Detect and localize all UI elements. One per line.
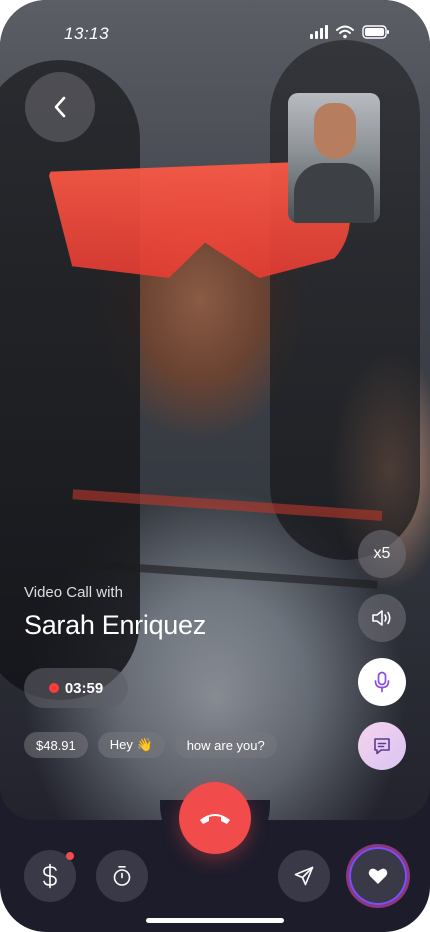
send-icon <box>294 866 314 886</box>
chat-icon <box>374 738 390 755</box>
send-button[interactable] <box>278 850 330 902</box>
speaker-icon <box>372 610 391 626</box>
caller-name: Sarah Enriquez <box>24 610 206 640</box>
quick-reply-chip[interactable]: how are you? <box>174 732 277 758</box>
status-icons <box>310 25 390 39</box>
quick-reply-chip[interactable]: Hey 👋 <box>97 732 165 758</box>
timer-button[interactable] <box>96 850 148 902</box>
phone-hangup-icon <box>200 814 230 824</box>
microphone-button[interactable] <box>358 658 406 706</box>
home-indicator <box>146 918 284 923</box>
wifi-icon <box>336 25 354 39</box>
notification-dot <box>66 852 74 860</box>
call-subtitle: Video Call with <box>24 584 123 601</box>
tip-amount-chip[interactable]: $48.91 <box>24 732 88 758</box>
dollar-icon <box>43 863 57 889</box>
battery-icon <box>362 25 389 39</box>
back-button[interactable] <box>25 72 95 142</box>
tip-button[interactable] <box>24 850 76 902</box>
video-gradient-overlay <box>0 480 430 820</box>
status-bar: 13:13 <box>0 0 430 64</box>
end-call-button[interactable] <box>179 782 251 854</box>
call-duration-pill: 03:59 <box>24 668 128 708</box>
multiplier-label: x5 <box>373 545 391 562</box>
chevron-left-icon <box>54 96 66 118</box>
speaker-button[interactable] <box>358 594 406 642</box>
heart-icon <box>368 868 388 884</box>
stopwatch-icon <box>113 866 131 886</box>
recording-dot <box>48 683 59 693</box>
cellular-signal-icon <box>310 25 328 39</box>
preview-shirt <box>294 163 374 223</box>
chat-button[interactable] <box>358 722 406 770</box>
favorite-button[interactable] <box>349 847 407 905</box>
microphone-icon <box>374 671 390 693</box>
status-time: 13:13 <box>64 24 110 43</box>
multiplier-button[interactable]: x5 <box>358 530 406 578</box>
phone-screen: 13:13 Video Call with Sarah Enriquez x5 … <box>0 0 430 932</box>
call-duration: 03:59 <box>64 679 104 697</box>
call-caption: Video Call with Sarah Enriquez <box>24 584 206 641</box>
quick-chips: $48.91 Hey 👋 how are you? <box>24 732 277 758</box>
preview-head <box>314 103 356 159</box>
self-video-preview[interactable] <box>288 93 380 223</box>
